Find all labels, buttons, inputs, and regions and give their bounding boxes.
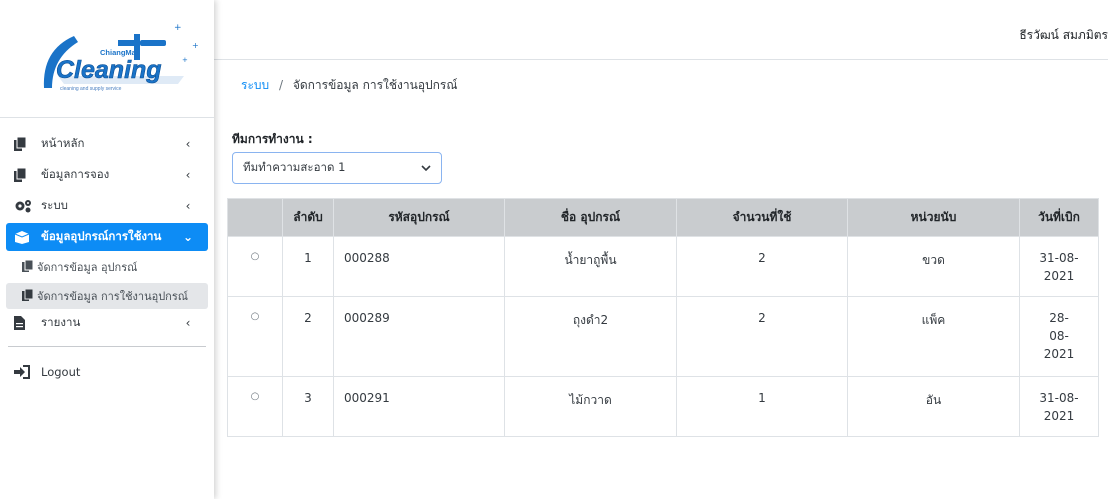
date-line: 2021 (1043, 269, 1075, 283)
submenu-item-manage-equipment[interactable]: จัดการข้อมูล อุปกรณ์ (6, 254, 208, 280)
cell-unit: แพ็ค (847, 296, 1020, 377)
topbar: ธีรวัฒน์ สมภมิตร (214, 0, 1108, 60)
table-header-row: ลำดับ รหัสอุปกรณ์ ชื่อ อุปกรณ์ จำนวนที่ใ… (227, 198, 1099, 237)
cell-unit: อัน (847, 376, 1020, 437)
user-name[interactable]: ธีรวัฒน์ สมภมิตร (1019, 26, 1108, 45)
usage-table-wrapper: ลำดับ รหัสอุปกรณ์ ชื่อ อุปกรณ์ จำนวนที่ใ… (227, 198, 1108, 437)
sidebar-item-logout[interactable]: Logout (6, 358, 208, 386)
breadcrumb-current: จัดการข้อมูล การใช้งานอุปกรณ์ (292, 78, 458, 92)
column-header-unit: หน่วยนับ (847, 198, 1020, 237)
team-label: ทีมการทำงาน : (232, 132, 313, 146)
sidebar-item-label: ข้อมูลอุปกรณ์การใช้งาน (41, 229, 162, 243)
submenu-item-manage-usage[interactable]: จัดการข้อมูล การใช้งานอุปกรณ์ (6, 283, 208, 309)
breadcrumb: ระบบ / จัดการข้อมูล การใช้งานอุปกรณ์ (241, 76, 458, 95)
date-line: 31-08- (1039, 251, 1079, 265)
sidebar-item-label: หน้าหลัก (41, 136, 85, 150)
cell-no: 1 (282, 236, 334, 297)
column-header-code: รหัสอุปกรณ์ (333, 198, 505, 237)
row-radio[interactable]: ○ (227, 236, 283, 297)
file-icon (14, 316, 32, 330)
sign-in-icon (14, 365, 32, 379)
cell-qty: 2 (676, 296, 848, 377)
sidebar-item-report[interactable]: รายงาน ‹ (6, 309, 208, 337)
copy-icon (22, 259, 34, 275)
chevron-left-icon: ‹ (185, 137, 191, 151)
submenu-item-label: จัดการข้อมูล การใช้งานอุปกรณ์ (37, 290, 188, 303)
cell-date: 31-08- 2021 (1019, 376, 1099, 437)
column-header-date: วันที่เบิก (1019, 198, 1099, 237)
chevron-left-icon: ‹ (185, 316, 191, 330)
svg-text:+: + (182, 56, 188, 64)
table-row[interactable]: ○ 2 000289 ถุงดำ2 2 แพ็ค 28- 08- 2021 (227, 296, 1099, 377)
column-header-no: ลำดับ (282, 198, 334, 237)
sidebar-item-booking[interactable]: ข้อมูลการจอง ‹ (6, 161, 208, 189)
copy-icon (14, 137, 32, 151)
sidebar-item-equipment-usage[interactable]: ข้อมูลอุปกรณ์การใช้งาน ⌄ (6, 223, 208, 251)
sidebar-menu: หน้าหลัก ‹ ข้อมูลการจอง ‹ ระบบ ‹ ข้อมูลอ… (0, 130, 214, 386)
date-line: 31-08- (1039, 391, 1079, 405)
app-root: + + + ChiangMai Cleaning cleaning and su… (0, 0, 1108, 499)
date-line: 28- (1049, 311, 1069, 325)
breadcrumb-separator: / (278, 78, 283, 92)
cell-name: ถุงดำ2 (504, 296, 677, 377)
usage-table: ลำดับ รหัสอุปกรณ์ ชื่อ อุปกรณ์ จำนวนที่ใ… (227, 198, 1099, 437)
team-select[interactable]: ทีมทำความสะอาด 1 (232, 152, 442, 184)
table-row[interactable]: ○ 1 000288 น้ำยาถูพื้น 2 ขวด 31-08- 2021 (227, 236, 1099, 297)
chevron-left-icon: ‹ (185, 168, 191, 182)
sidebar-item-label: รายงาน (41, 315, 81, 329)
copy-icon (14, 168, 32, 182)
cell-qty: 1 (676, 376, 848, 437)
sidebar-item-label: ระบบ (41, 198, 68, 212)
cell-code: 000288 (333, 236, 505, 297)
cell-unit: ขวด (847, 236, 1020, 297)
cell-date: 28- 08- 2021 (1019, 296, 1099, 377)
chevron-down-icon (421, 163, 431, 174)
date-line: 08- (1049, 329, 1069, 343)
sidebar-item-home[interactable]: หน้าหลัก ‹ (6, 130, 208, 158)
breadcrumb-link-system[interactable]: ระบบ (241, 78, 269, 92)
cleaning-logo[interactable]: + + + ChiangMai Cleaning cleaning and su… (34, 18, 206, 98)
chevron-down-icon: ⌄ (182, 230, 194, 244)
team-select-value: ทีมทำความสะอาด 1 (243, 160, 346, 174)
submenu-item-label: จัดการข้อมูล อุปกรณ์ (37, 261, 138, 274)
row-radio[interactable]: ○ (227, 296, 283, 377)
sidebar-item-system[interactable]: ระบบ ‹ (6, 192, 208, 220)
date-line: 2021 (1043, 347, 1075, 361)
sidebar: + + + ChiangMai Cleaning cleaning and su… (0, 0, 214, 499)
cell-qty: 2 (676, 236, 848, 297)
copy-icon (22, 288, 34, 304)
brand-area: + + + ChiangMai Cleaning cleaning and su… (0, 0, 214, 118)
sidebar-item-label: Logout (41, 365, 81, 379)
cell-date: 31-08- 2021 (1019, 236, 1099, 297)
svg-text:+: + (192, 41, 199, 50)
box-open-icon (14, 230, 32, 244)
cell-name: น้ำยาถูพื้น (504, 236, 677, 297)
date-line: 2021 (1043, 409, 1075, 423)
logo-main-text: Cleaning (56, 56, 162, 84)
cell-no: 2 (282, 296, 334, 377)
logo-tagline: cleaning and supply service (60, 86, 122, 92)
chevron-left-icon: ‹ (185, 199, 191, 213)
cell-code: 000289 (333, 296, 505, 377)
column-header-select (227, 198, 283, 237)
cell-code: 000291 (333, 376, 505, 437)
table-row[interactable]: ○ 3 000291 ไม้กวาด 1 อัน 31-08- 2021 (227, 376, 1099, 437)
sidebar-item-label: ข้อมูลการจอง (41, 167, 110, 181)
gears-icon (14, 199, 32, 213)
row-radio[interactable]: ○ (227, 376, 283, 437)
column-header-name: ชื่อ อุปกรณ์ (504, 198, 677, 237)
svg-text:+: + (174, 23, 182, 33)
column-header-qty: จำนวนที่ใช้ (676, 198, 848, 237)
cell-no: 3 (282, 376, 334, 437)
sidebar-divider (8, 346, 206, 347)
cell-name: ไม้กวาด (504, 376, 677, 437)
